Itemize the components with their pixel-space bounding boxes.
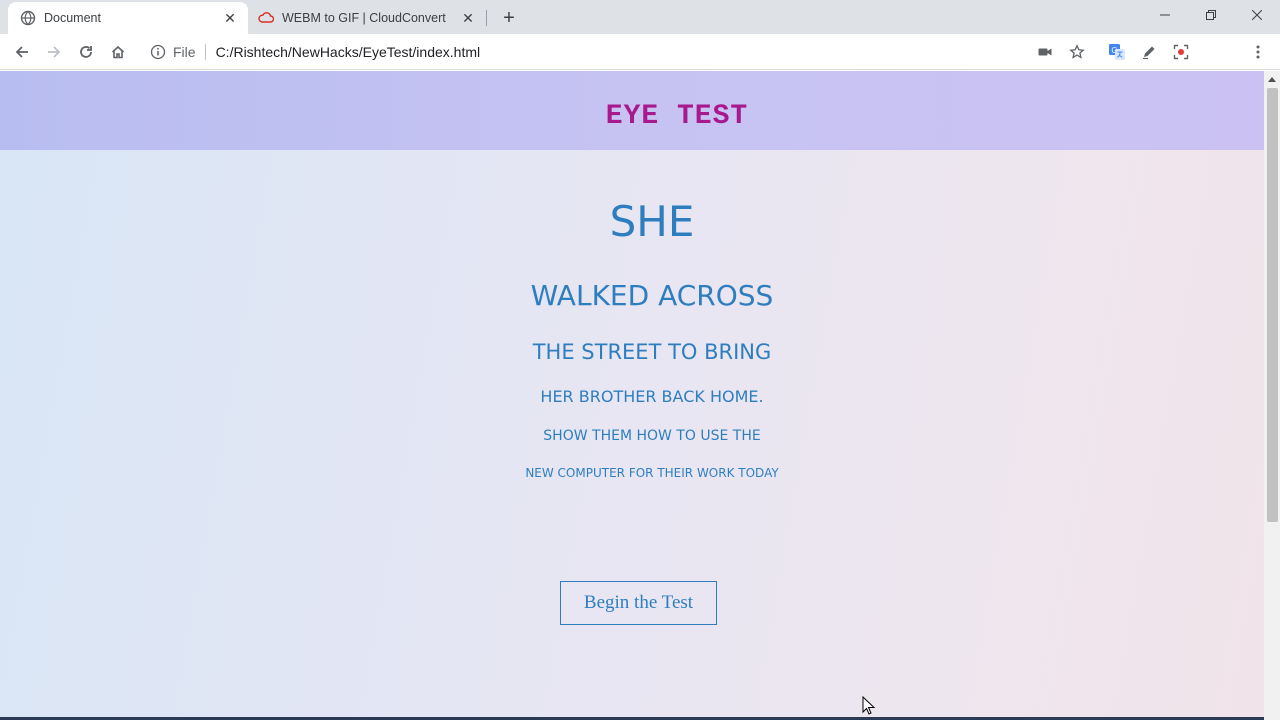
browser-toolbar: File C:/Rishtech/NewHacks/EyeTest/index.… [0,34,1280,97]
minimize-icon[interactable] [1142,0,1188,30]
scroll-up-arrow-icon[interactable] [1264,71,1280,87]
tab-cloudconvert[interactable]: WEBM to GIF | CloudConvert ✕ [250,2,486,34]
scrollbar-thumb[interactable] [1267,88,1278,522]
tab-strip: Document ✕ WEBM to GIF | CloudConvert ✕ … [0,0,1280,34]
security-label: File [173,44,196,60]
pen-icon[interactable] [1135,38,1163,66]
address-bar[interactable]: File C:/Rishtech/NewHacks/EyeTest/index.… [140,38,1020,66]
menu-kebab-icon[interactable] [1244,38,1272,66]
address-divider [204,44,206,60]
close-tab-icon[interactable]: ✕ [460,10,476,26]
camera-icon[interactable] [1031,38,1059,66]
test-line-2: WALKED ACROSS [530,279,774,312]
test-line-1: SHE [609,197,695,246]
test-line-3: THE STREET TO BRING [532,340,772,364]
mouse-pointer-icon [862,695,876,716]
tab-document[interactable]: Document ✕ [8,2,248,34]
back-arrow-icon[interactable] [8,38,36,66]
forward-arrow-icon[interactable] [40,38,68,66]
tab-title: WEBM to GIF | CloudConvert [282,11,446,25]
star-icon[interactable] [1063,38,1091,66]
globe-icon [20,10,36,26]
close-window-icon[interactable] [1234,0,1280,30]
reload-icon[interactable] [72,38,100,66]
test-line-6: NEW COMPUTER FOR THEIR WORK TODAY [525,466,779,480]
test-line-5: SHOW THEM HOW TO USE THE [543,428,761,444]
info-icon[interactable] [150,44,166,60]
home-icon[interactable] [104,38,132,66]
url-text[interactable]: C:/Rishtech/NewHacks/EyeTest/index.html [216,44,481,60]
tab-separator [486,10,487,26]
page-title: EYE TEST [605,101,749,132]
page-viewport: EYE TEST SHE WALKED ACROSS THE STREET TO… [0,71,1264,720]
site-header: EYE TEST [0,71,1264,150]
new-tab-button[interactable]: + [496,5,522,31]
screen-capture-icon[interactable] [1167,38,1195,66]
vertical-scrollbar[interactable] [1264,71,1280,720]
restore-icon[interactable] [1188,0,1234,30]
test-line-4: HER BROTHER BACK HOME. [540,387,764,406]
begin-test-button[interactable]: Begin the Test [560,581,717,625]
close-tab-icon[interactable]: ✕ [222,10,238,26]
tab-title: Document [44,11,101,25]
translate-icon[interactable]: G [1103,38,1131,66]
cloud-icon [258,10,274,26]
